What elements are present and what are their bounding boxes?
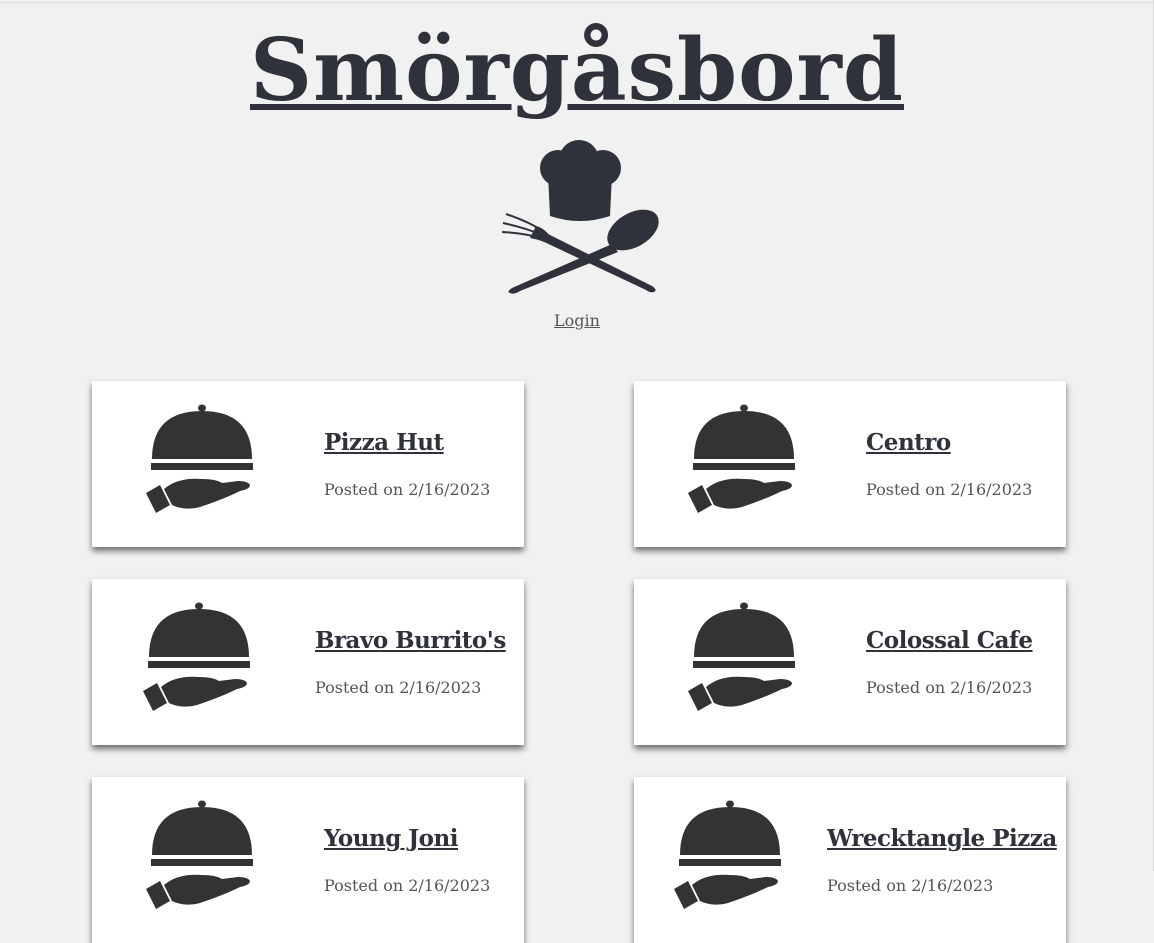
site-title: Smörgåsbord xyxy=(0,20,1154,121)
login-link[interactable]: Login xyxy=(554,311,600,330)
restaurant-card[interactable]: Pizza Hut Posted on 2/16/2023 xyxy=(92,381,524,547)
posted-date: Posted on 2/16/2023 xyxy=(827,876,994,895)
restaurant-name-link[interactable]: Colossal Cafe xyxy=(866,627,1033,654)
restaurant-name-link[interactable]: Wrecktangle Pizza xyxy=(827,825,1057,852)
restaurant-card[interactable]: Young Joni Posted on 2/16/2023 xyxy=(92,777,524,943)
serving-cloche-hand-icon xyxy=(146,800,253,909)
serving-cloche-hand-icon xyxy=(143,602,250,711)
restaurant-name-link[interactable]: Centro xyxy=(866,429,951,456)
posted-date: Posted on 2/16/2023 xyxy=(866,480,1033,499)
chef-hat-fork-spoon-icon xyxy=(501,140,659,294)
site-title-link[interactable]: Smörgåsbord xyxy=(250,20,904,121)
posted-date: Posted on 2/16/2023 xyxy=(324,876,491,895)
restaurant-name-link[interactable]: Young Joni xyxy=(324,825,458,852)
restaurant-card[interactable]: Centro Posted on 2/16/2023 xyxy=(634,381,1066,547)
top-border xyxy=(0,2,1154,3)
posted-date: Posted on 2/16/2023 xyxy=(315,678,482,697)
restaurant-card[interactable]: Colossal Cafe Posted on 2/16/2023 xyxy=(634,579,1066,745)
restaurant-card[interactable]: Wrecktangle Pizza Posted on 2/16/2023 xyxy=(634,777,1066,943)
login-container: Login xyxy=(0,311,1154,330)
serving-cloche-hand-icon xyxy=(688,404,795,513)
restaurant-name-link[interactable]: Pizza Hut xyxy=(324,429,444,456)
serving-cloche-hand-icon xyxy=(674,800,781,909)
posted-date: Posted on 2/16/2023 xyxy=(324,480,491,499)
restaurant-name-link[interactable]: Bravo Burrito's xyxy=(315,627,506,654)
restaurant-card[interactable]: Bravo Burrito's Posted on 2/16/2023 xyxy=(92,579,524,745)
serving-cloche-hand-icon xyxy=(688,602,795,711)
serving-cloche-hand-icon xyxy=(146,404,253,513)
posted-date: Posted on 2/16/2023 xyxy=(866,678,1033,697)
